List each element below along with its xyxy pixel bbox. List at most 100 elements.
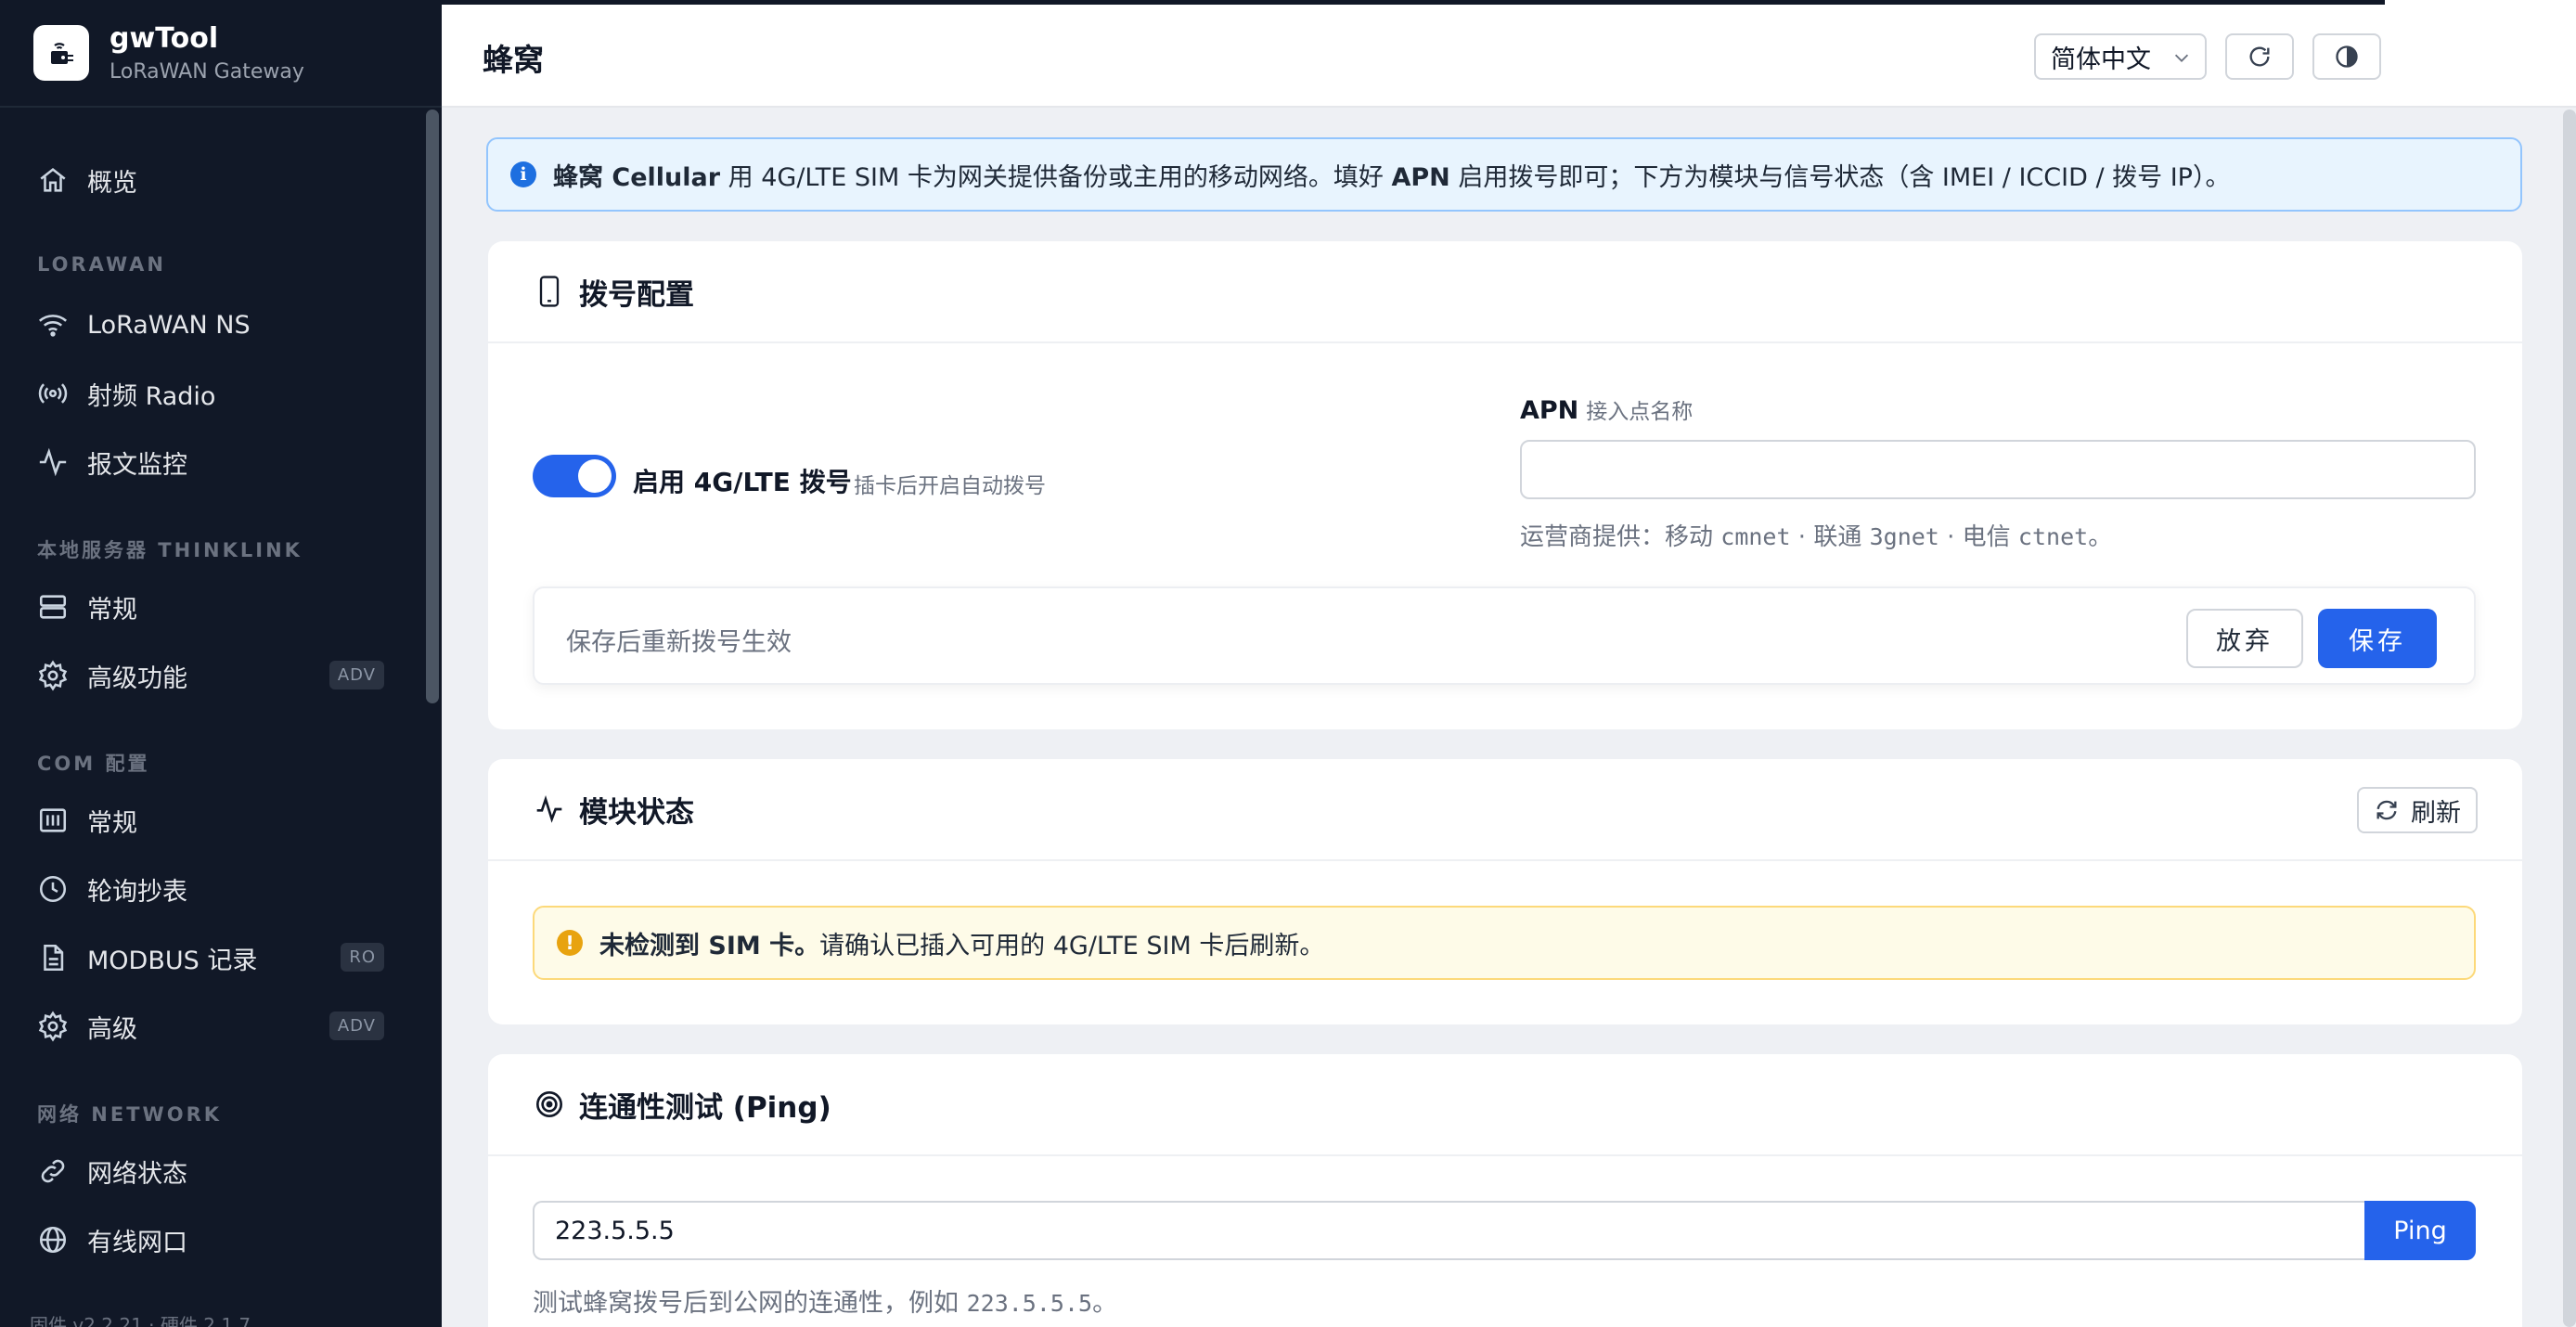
main-scrollbar[interactable]	[2563, 110, 2576, 1327]
dial-config-header: 拨号配置	[488, 241, 2522, 343]
warning-bold: 未检测到 SIM 卡。	[599, 931, 820, 960]
sidebar-item-label: 常规	[87, 808, 137, 838]
enable-lte-hint: 插卡后开启自动拨号	[854, 474, 1046, 498]
apn-help-mid1: · 联通	[1790, 523, 1870, 551]
sidebar-item-label: 常规	[87, 595, 137, 625]
chevron-down-icon	[2174, 54, 2189, 62]
sidebar-item-polling[interactable]: 轮询抄表	[0, 861, 408, 917]
sidebar-item-radio[interactable]: 射频 Radio	[0, 366, 408, 421]
sidebar-item-label: 网络状态	[87, 1159, 187, 1189]
gateway-logo-icon	[33, 25, 89, 81]
sidebar-item-label: 射频 Radio	[87, 381, 216, 411]
sidebar-item-overview[interactable]: 概览	[0, 152, 408, 208]
apn-input[interactable]	[1520, 440, 2476, 499]
target-icon	[536, 1091, 562, 1117]
info-icon: i	[510, 161, 536, 187]
top-progress-line	[442, 0, 2385, 5]
language-select[interactable]: 简体中文	[2034, 33, 2207, 80]
topbar: 蜂窝 简体中文	[442, 0, 2576, 108]
file-icon	[44, 944, 64, 972]
ping-help: 测试蜂窝拨号后到公网的连通性，例如 223.5.5.5。	[533, 1282, 1117, 1319]
sidebar-item-label: 高级功能	[87, 664, 187, 693]
no-sim-warning: ! 未检测到 SIM 卡。请确认已插入可用的 4G/LTE SIM 卡后刷新。	[533, 906, 2476, 980]
sidebar-item-thinklink-general[interactable]: 常规	[0, 579, 408, 635]
apn-help-3gnet: 3gnet	[1869, 523, 1939, 550]
apn-help-cmnet: cmnet	[1720, 523, 1791, 550]
refresh-label: 刷新	[2411, 798, 2461, 828]
brand[interactable]: gwTool LoRaWAN Gateway	[0, 0, 442, 108]
radio-icon	[38, 383, 68, 404]
ping-card: 连通性测试 (Ping) Ping 测试蜂窝拨号后到公网的连通性，例如 223.…	[488, 1054, 2522, 1327]
toggle-knob	[578, 459, 612, 493]
sidebar-item-network-status[interactable]: 网络状态	[0, 1143, 408, 1199]
sidebar-item-packet-monitor[interactable]: 报文监控	[0, 434, 408, 490]
sidebar-item-label: 报文监控	[87, 450, 187, 480]
contrast-icon	[2336, 45, 2358, 68]
warning-text: 请确认已插入可用的 4G/LTE SIM 卡后刷新。	[819, 931, 1325, 960]
apn-help-end: 。	[2088, 523, 2113, 551]
home-icon	[40, 168, 66, 192]
sidebar-item-label: MODBUS 记录	[87, 946, 258, 975]
section-com: COM 配置	[37, 753, 150, 775]
adv-badge: ADV	[328, 1011, 384, 1040]
sidebar-item-wired-port[interactable]: 有线网口	[0, 1212, 408, 1268]
save-hint: 保存后重新拨号生效	[566, 628, 792, 657]
section-thinklink: 本地服务器 THINKLINK	[37, 539, 303, 561]
gear-icon	[38, 660, 68, 691]
globe-icon	[39, 1226, 67, 1254]
brand-subtitle: LoRaWAN Gateway	[109, 60, 304, 84]
dial-config-title: 拨号配置	[579, 277, 694, 312]
save-bar: 保存后重新拨号生效 放弃 保存	[533, 586, 2476, 685]
section-lorawan: LORAWAN	[37, 253, 167, 276]
link-icon	[41, 1159, 65, 1183]
ro-badge: RO	[341, 943, 384, 972]
ping-button[interactable]: Ping	[2364, 1201, 2476, 1260]
wifi-icon	[38, 315, 68, 337]
info-bold-apn: APN	[1391, 162, 1450, 192]
sidebar-item-label: 轮询抄表	[87, 877, 187, 907]
apn-label: APN 接入点名称	[1520, 393, 1693, 425]
sidebar-item-label: 概览	[87, 168, 137, 198]
ping-host-input[interactable]	[533, 1201, 2372, 1260]
phone-icon	[539, 276, 560, 307]
reload-icon	[2249, 46, 2270, 67]
module-status-card: 模块状态 刷新 ! 未检测到 SIM 卡。请确认已插入可用的 4G/LTE SI…	[488, 759, 2522, 1024]
firmware-version: 固件 v2.2.21 · 硬件 2.1.7	[30, 1314, 251, 1327]
apn-hint: 接入点名称	[1586, 400, 1694, 424]
info-text-2: 启用拨号即可；下方为模块与信号状态（含 IMEI / ICCID / 拨号 IP…	[1449, 162, 2231, 192]
info-bold-cellular: 蜂窝 Cellular	[553, 162, 721, 192]
sidebar-item-label: LoRaWAN NS	[87, 310, 251, 340]
refresh-button[interactable]: 刷新	[2357, 787, 2478, 833]
ping-header: 连通性测试 (Ping)	[488, 1054, 2522, 1156]
enable-lte-toggle[interactable]	[533, 455, 616, 497]
sidebar-item-label: 高级	[87, 1014, 137, 1044]
language-value: 简体中文	[2051, 45, 2151, 74]
module-status-header: 模块状态 刷新	[488, 759, 2522, 861]
warning-icon: !	[557, 930, 583, 956]
module-status-title: 模块状态	[579, 795, 694, 830]
sidebar-item-label: 有线网口	[87, 1228, 187, 1257]
clock-icon	[39, 875, 67, 903]
sidebar-item-modbus-log[interactable]: MODBUS 记录 RO	[0, 930, 408, 986]
discard-button[interactable]: 放弃	[2186, 609, 2303, 668]
sidebar-item-lorawan-ns[interactable]: LoRaWAN NS	[0, 297, 408, 353]
server-icon	[39, 595, 67, 619]
save-button[interactable]: 保存	[2318, 609, 2437, 668]
sidebar-item-thinklink-advanced[interactable]: 高级功能 ADV	[0, 648, 408, 703]
apn-label-text: APN	[1520, 396, 1579, 425]
activity-icon	[536, 794, 562, 823]
apn-help: 运营商提供：移动 cmnet · 联通 3gnet · 电信 ctnet。	[1520, 518, 2112, 552]
enable-lte-label: 启用 4G/LTE 拨号	[633, 467, 852, 497]
theme-toggle-button[interactable]	[2312, 33, 2381, 80]
info-banner: i 蜂窝 Cellular 用 4G/LTE SIM 卡为网关提供备份或主用的移…	[486, 137, 2522, 212]
reload-button[interactable]	[2225, 33, 2294, 80]
sidebar-scrollbar[interactable]	[426, 110, 439, 703]
section-network: 网络 NETWORK	[37, 1103, 223, 1126]
brand-title: gwTool	[109, 22, 219, 55]
apn-help-ctnet: ctnet	[2017, 523, 2089, 550]
sidebar-item-com-advanced[interactable]: 高级 ADV	[0, 998, 408, 1054]
columns-icon	[39, 808, 67, 832]
apn-help-prefix: 运营商提供：移动	[1520, 523, 1721, 551]
sidebar-item-com-general[interactable]: 常规	[0, 792, 408, 848]
apn-help-mid2: · 电信	[1938, 523, 2018, 551]
